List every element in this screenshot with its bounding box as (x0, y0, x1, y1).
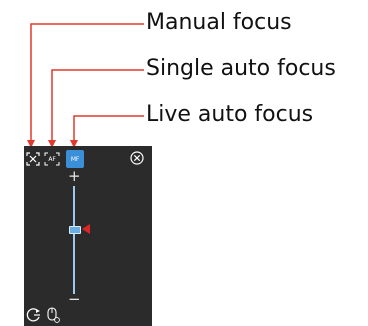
callout-line-live-auto-focus (73, 115, 144, 144)
focus-slider-handle[interactable] (69, 226, 81, 234)
live-auto-focus-button[interactable]: MF (66, 150, 84, 168)
mf-active-icon: MF (70, 155, 80, 163)
callout-line-single-auto-focus (51, 69, 144, 144)
mouse-icon (47, 307, 60, 323)
focus-panel: AF MF + − (24, 146, 152, 326)
mouse-button[interactable] (44, 306, 62, 324)
manual-focus-button[interactable] (24, 150, 42, 168)
focus-position-marker (82, 224, 90, 234)
focus-controls-figure: Manual focus Single auto focus Live auto… (0, 0, 368, 326)
focus-increase-button[interactable]: + (68, 169, 81, 184)
callout-label-single-auto-focus: Single auto focus (146, 56, 336, 81)
crosshair-arrows-icon (26, 152, 40, 166)
focus-decrease-button[interactable]: − (68, 292, 81, 307)
callout-label-manual-focus: Manual focus (146, 10, 292, 35)
af-bracket-icon (44, 152, 60, 166)
rotate-icon (26, 308, 40, 322)
single-auto-focus-button[interactable]: AF (43, 150, 61, 168)
callout-label-live-auto-focus: Live auto focus (146, 102, 314, 127)
rotate-button[interactable] (25, 306, 43, 324)
callout-line-manual-focus (30, 23, 144, 144)
close-circle-icon (130, 151, 144, 165)
focus-slider-track[interactable] (73, 186, 75, 294)
close-button[interactable] (128, 149, 146, 167)
